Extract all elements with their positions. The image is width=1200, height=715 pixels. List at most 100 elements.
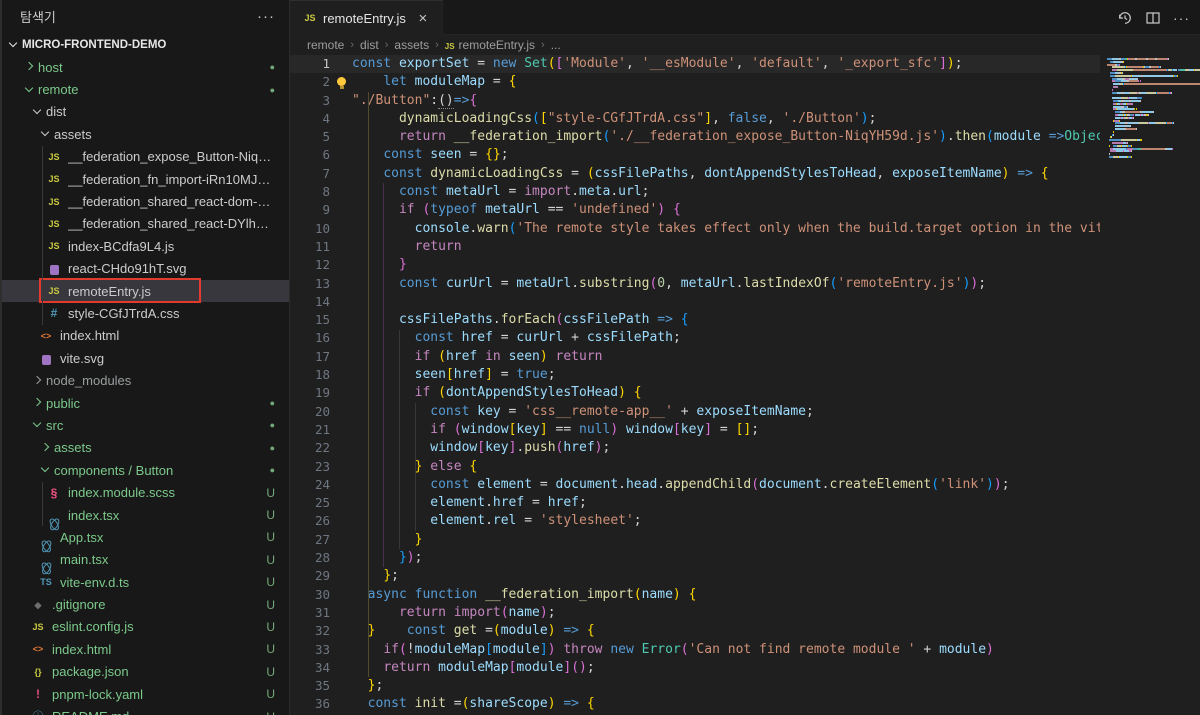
breadcrumb-item-dist[interactable]: dist (360, 38, 379, 52)
line-number: 1 (290, 55, 342, 73)
code-line-18[interactable]: seen[href] = true; (290, 366, 1200, 384)
breadcrumb-separator: › (541, 39, 545, 51)
chevron-down-icon (30, 104, 46, 120)
code-line-4[interactable]: dynamicLoadingCss(["style-CGfJTrdA.css"]… (290, 110, 1200, 128)
info-file-icon: ⓘ (30, 709, 46, 715)
code-line-7[interactable]: const dynamicLoadingCss = (cssFilePaths,… (290, 165, 1200, 183)
code-line-19[interactable]: if (dontAppendStylesToHead) { (290, 384, 1200, 402)
minimap[interactable] (1100, 55, 1200, 715)
line-number: 31 (290, 604, 342, 622)
tree-item-vite.svg[interactable]: vite.svg (2, 347, 289, 369)
tree-item-assets[interactable]: assets (2, 123, 289, 145)
tree-item-index.module.scss[interactable]: §index.module.scssU (2, 481, 289, 503)
breadcrumb-item-remoteEntry.js[interactable]: JSremoteEntry.js (445, 38, 535, 52)
line-number: 24 (290, 476, 342, 494)
tree-item-vite-env.d.ts[interactable]: TSvite-env.d.tsU (2, 571, 289, 593)
code-line-31[interactable]: return import(name); (290, 604, 1200, 622)
tree-item-pnpm-lock.yaml[interactable]: !pnpm-lock.yamlU (2, 683, 289, 705)
tree-item-dist[interactable]: dist (2, 101, 289, 123)
code-line-17[interactable]: if (href in seen) return (290, 348, 1200, 366)
timeline-history-icon[interactable] (1117, 10, 1133, 26)
tree-item-host[interactable]: host● (2, 56, 289, 78)
code-line-5[interactable]: return __federation_import('./__federati… (290, 128, 1200, 146)
line-number: 2 (290, 73, 342, 91)
code-line-21[interactable]: if (window[key] == null) window[key] = [… (290, 421, 1200, 439)
tree-item-index.html[interactable]: <>index.htmlU (2, 638, 289, 660)
code-line-30[interactable]: async function __federation_import(name)… (290, 586, 1200, 604)
tree-item-src[interactable]: src● (2, 414, 289, 436)
git-untracked-badge: U (260, 687, 275, 701)
code-editor[interactable]: 1234567891011121314151617181920212223242… (290, 55, 1200, 715)
tree-item-label: node_modules (46, 373, 131, 388)
code-line-12[interactable]: } (290, 256, 1200, 274)
code-line-9[interactable]: if (typeof metaUrl == 'undefined') { (290, 201, 1200, 219)
tree-item-index-BCdfa9L4.js[interactable]: JSindex-BCdfa9L4.js (2, 235, 289, 257)
tree-item-assets[interactable]: assets● (2, 437, 289, 459)
code-line-6[interactable]: const seen = {}; (290, 146, 1200, 164)
js-file-icon: JS (46, 194, 62, 210)
line-number: 4 (290, 110, 342, 128)
breadcrumb-item-assets[interactable]: assets (394, 38, 429, 52)
code-line-28[interactable]: }); (290, 549, 1200, 567)
line-number: 25 (290, 494, 342, 512)
tree-item-remote[interactable]: remote● (2, 78, 289, 100)
line-number: 21 (290, 421, 342, 439)
more-actions-icon[interactable]: ··· (1173, 10, 1190, 26)
line-number: 13 (290, 275, 342, 293)
tree-item-main.tsx[interactable]: main.tsxU (2, 549, 289, 571)
code-line-1[interactable]: const exportSet = new Set(['Module', '__… (290, 55, 1200, 73)
tree-item-__federation_expose_Button-NiqYH59d.js[interactable]: JS__federation_expose_Button-NiqYH59d.js (2, 146, 289, 168)
tree-root-folder[interactable]: MICRO-FRONTEND-DEMO (2, 34, 289, 56)
code-line-26[interactable]: element.rel = 'stylesheet'; (290, 512, 1200, 530)
split-editor-icon[interactable] (1145, 10, 1161, 26)
code-line-33[interactable]: if(!moduleMap[module]) throw new Error('… (290, 641, 1200, 659)
line-number: 28 (290, 549, 342, 567)
code-line-3[interactable]: "./Button":()=>{ (290, 92, 1200, 110)
breadcrumb-item-...[interactable]: ... (551, 38, 561, 52)
code-line-25[interactable]: element.href = href; (290, 494, 1200, 512)
tab-remoteentry[interactable]: JS remoteEntry.js × (290, 0, 443, 35)
breadcrumb-item-remote[interactable]: remote (307, 38, 344, 52)
json-file-icon: {} (30, 664, 46, 680)
code-line-23[interactable]: } else { (290, 458, 1200, 476)
code-line-11[interactable]: return (290, 238, 1200, 256)
tree-item-node_modules[interactable]: node_modules (2, 369, 289, 391)
code-line-36[interactable]: const init =(shareScope) => { (290, 695, 1200, 713)
code-line-29[interactable]: }; (290, 567, 1200, 585)
tree-item-react-CHdo91hT.svg[interactable]: react-CHdo91hT.svg (2, 258, 289, 280)
tree-item-package.json[interactable]: {}package.jsonU (2, 661, 289, 683)
tree-item-.gitignore[interactable]: ◆.gitignoreU (2, 593, 289, 615)
code-line-15[interactable]: cssFilePaths.forEach(cssFilePath => { (290, 311, 1200, 329)
code-line-34[interactable]: return moduleMap[module](); (290, 659, 1200, 677)
tree-item-remoteEntry.js[interactable]: JSremoteEntry.js (2, 280, 289, 302)
tree-item-README.md[interactable]: ⓘREADME.mdU (2, 705, 289, 715)
close-icon[interactable]: × (414, 10, 432, 27)
explorer-more-icon[interactable]: ··· (257, 8, 275, 25)
tree-item-__federation_fn_import-iRn10MJHvE.js[interactable]: JS__federation_fn_import-iRn10MJHvE.js (2, 168, 289, 190)
code-line-27[interactable]: } (290, 531, 1200, 549)
code-line-24[interactable]: const element = document.head.appendChil… (290, 476, 1200, 494)
code-line-13[interactable]: const curUrl = metaUrl.substring(0, meta… (290, 275, 1200, 293)
code-line-22[interactable]: window[key].push(href); (290, 439, 1200, 457)
tree-item-__federation_shared_react-dom-8bKf3qXk.js[interactable]: JS__federation_shared_react-dom-8bKf3qXk… (2, 190, 289, 212)
tree-item-index.tsx[interactable]: index.tsxU (2, 504, 289, 526)
tree-item-eslint.config.js[interactable]: JSeslint.config.jsU (2, 616, 289, 638)
code-line-32[interactable]: } const get =(module) => { (290, 622, 1200, 640)
code-line-20[interactable]: const key = 'css__remote-app__' + expose… (290, 403, 1200, 421)
code-line-35[interactable]: }; (290, 677, 1200, 695)
code-line-10[interactable]: console.warn('The remote style takes eff… (290, 220, 1200, 238)
tree-item-label: dist (46, 104, 66, 119)
tree-item-style-CGfJTrdA.css[interactable]: #style-CGfJTrdA.css (2, 302, 289, 324)
code-line-2[interactable]: let moduleMap = { (290, 73, 1200, 91)
git-untracked-badge: U (260, 665, 275, 679)
code-line-8[interactable]: const metaUrl = import.meta.url; (290, 183, 1200, 201)
tree-item-components---Button[interactable]: components / Button● (2, 459, 289, 481)
tree-item-index.html[interactable]: <>index.html (2, 325, 289, 347)
tree-item-__federation_shared_react-DYlhdWkM.js[interactable]: JS__federation_shared_react-DYlhdWkM.js (2, 213, 289, 235)
tab-bar: JS remoteEntry.js × ··· (290, 0, 1200, 35)
tree-item-public[interactable]: public● (2, 392, 289, 414)
chevron-right-icon (30, 373, 46, 389)
code-line-14[interactable] (290, 293, 1200, 311)
tree-item-App.tsx[interactable]: App.tsxU (2, 526, 289, 548)
code-line-16[interactable]: const href = curUrl + cssFilePath; (290, 329, 1200, 347)
